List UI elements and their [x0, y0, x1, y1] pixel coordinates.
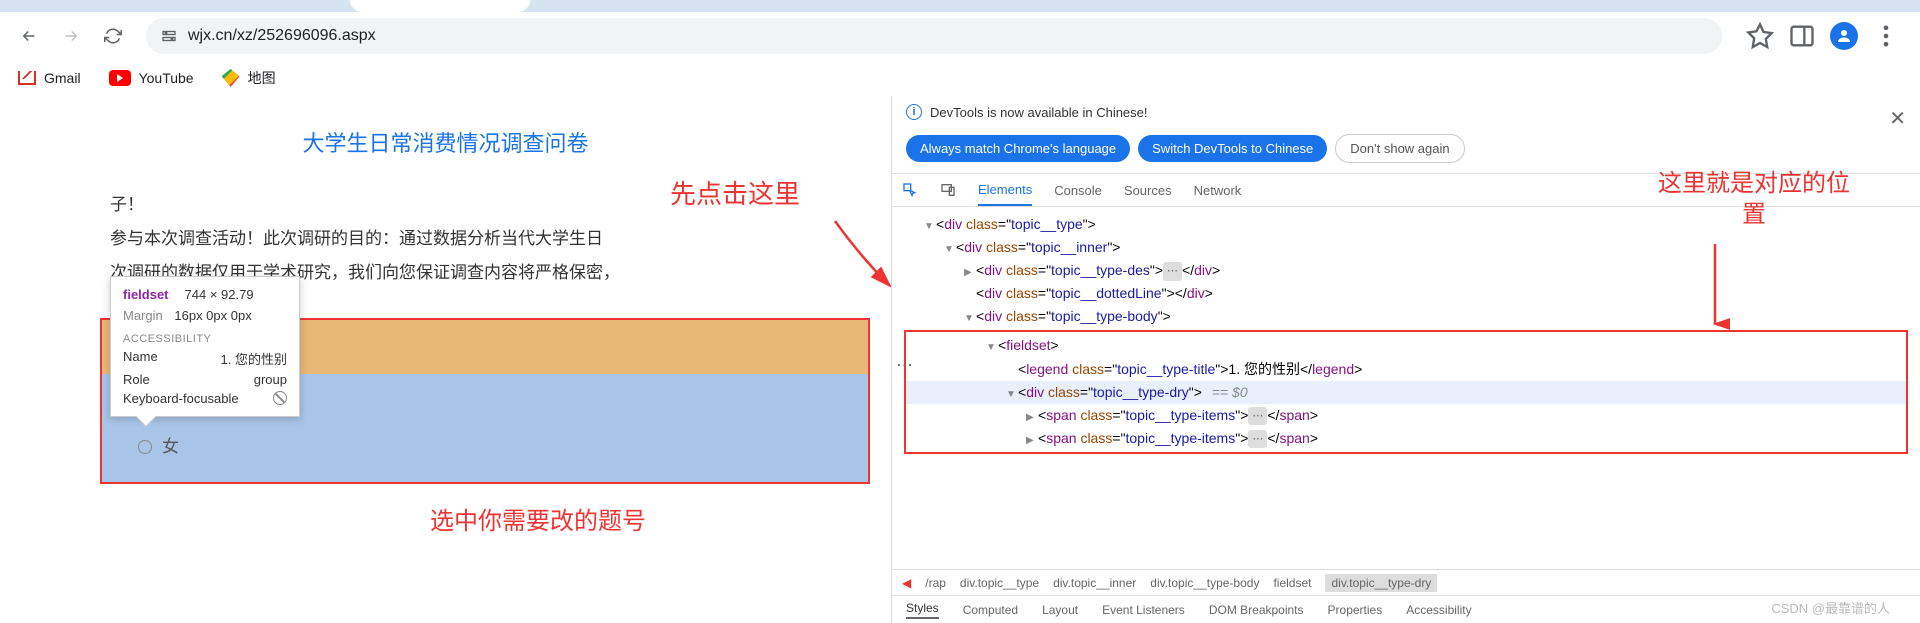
bookmark-gmail[interactable]: Gmail	[18, 70, 81, 86]
tab-accessibility[interactable]: Accessibility	[1406, 603, 1471, 617]
tab-layout[interactable]: Layout	[1042, 603, 1078, 617]
device-icon[interactable]	[940, 182, 956, 198]
tab-sources[interactable]: Sources	[1124, 174, 1172, 206]
tab-properties[interactable]: Properties	[1328, 603, 1383, 617]
annotation-click-here: 先点击这里	[670, 174, 800, 211]
profile-avatar[interactable]	[1830, 22, 1858, 50]
breadcrumb[interactable]: ◀ /rap div.topic__type div.topic__inner …	[892, 569, 1920, 595]
bookmark-maps[interactable]: 地图	[222, 68, 276, 88]
close-icon[interactable]: ✕	[1889, 106, 1906, 131]
btn-dont-show[interactable]: Don't show again	[1335, 134, 1464, 163]
option-female[interactable]: 女	[122, 426, 848, 468]
inspect-tooltip: fieldset744 × 92.79 Margin 16px 0px 0px …	[110, 276, 300, 417]
prohibit-icon	[273, 391, 287, 405]
page-content: 先点击这里 fieldset744 × 92.79 Margin 16px 0p…	[0, 96, 891, 623]
btn-switch-chinese[interactable]: Switch DevTools to Chinese	[1138, 135, 1327, 162]
tab-event-listeners[interactable]: Event Listeners	[1102, 603, 1185, 617]
panel-icon[interactable]	[1788, 22, 1816, 50]
menu-icon[interactable]	[1872, 22, 1900, 50]
site-settings-icon[interactable]	[160, 27, 178, 45]
text-line: 参与本次调查活动！此次调研的目的：通过数据分析当代大学生日	[110, 222, 891, 256]
gmail-icon	[18, 71, 36, 85]
youtube-icon	[109, 70, 131, 86]
devtools-panel: ✕ i DevTools is now available in Chinese…	[891, 96, 1920, 623]
info-icon: i	[906, 104, 922, 120]
bookmarks-bar: Gmail YouTube 地图	[0, 60, 1920, 96]
devtools-tabs: Elements Console Sources Network 这里就是对应的…	[892, 173, 1920, 207]
url-text: wjx.cn/xz/252696096.aspx	[188, 27, 376, 45]
annotation-select-question: 选中你需要改的题号	[430, 501, 646, 536]
survey-title: 大学生日常消费情况调查问卷	[0, 126, 891, 158]
ellipsis-icon[interactable]: ⋮	[892, 357, 916, 373]
maps-icon	[222, 69, 240, 87]
tab-network[interactable]: Network	[1194, 174, 1242, 206]
inspect-icon[interactable]	[902, 182, 918, 198]
tab-console[interactable]: Console	[1054, 174, 1102, 206]
tooltip-dimensions: 744 × 92.79	[185, 287, 254, 302]
bookmark-youtube[interactable]: YouTube	[109, 70, 194, 86]
forward-button[interactable]	[54, 19, 88, 53]
back-button[interactable]	[12, 19, 46, 53]
tab-elements[interactable]: Elements	[978, 174, 1032, 206]
tab-computed[interactable]: Computed	[963, 603, 1018, 617]
annotation-position: 这里就是对应的位 置	[1658, 168, 1850, 230]
address-bar[interactable]: wjx.cn/xz/252696096.aspx	[146, 18, 1722, 54]
browser-toolbar: wjx.cn/xz/252696096.aspx	[0, 12, 1920, 60]
reload-button[interactable]	[96, 19, 130, 53]
dom-tree[interactable]: ⋮ ▼<div class="topic__type"> ▼<div class…	[892, 207, 1920, 569]
radio-icon	[138, 440, 152, 454]
btn-match-language[interactable]: Always match Chrome's language	[906, 135, 1130, 162]
arrow-icon	[830, 216, 900, 296]
styles-tabs: Styles Computed Layout Event Listeners D…	[892, 595, 1920, 623]
tooltip-element: fieldset	[123, 287, 169, 302]
star-icon[interactable]	[1746, 22, 1774, 50]
devtools-info-bar: i DevTools is now available in Chinese!	[892, 96, 1920, 128]
tab-styles[interactable]: Styles	[906, 601, 939, 619]
tab-dom-breakpoints[interactable]: DOM Breakpoints	[1209, 603, 1304, 617]
watermark: CSDN @最靠谱的人	[1771, 598, 1890, 617]
